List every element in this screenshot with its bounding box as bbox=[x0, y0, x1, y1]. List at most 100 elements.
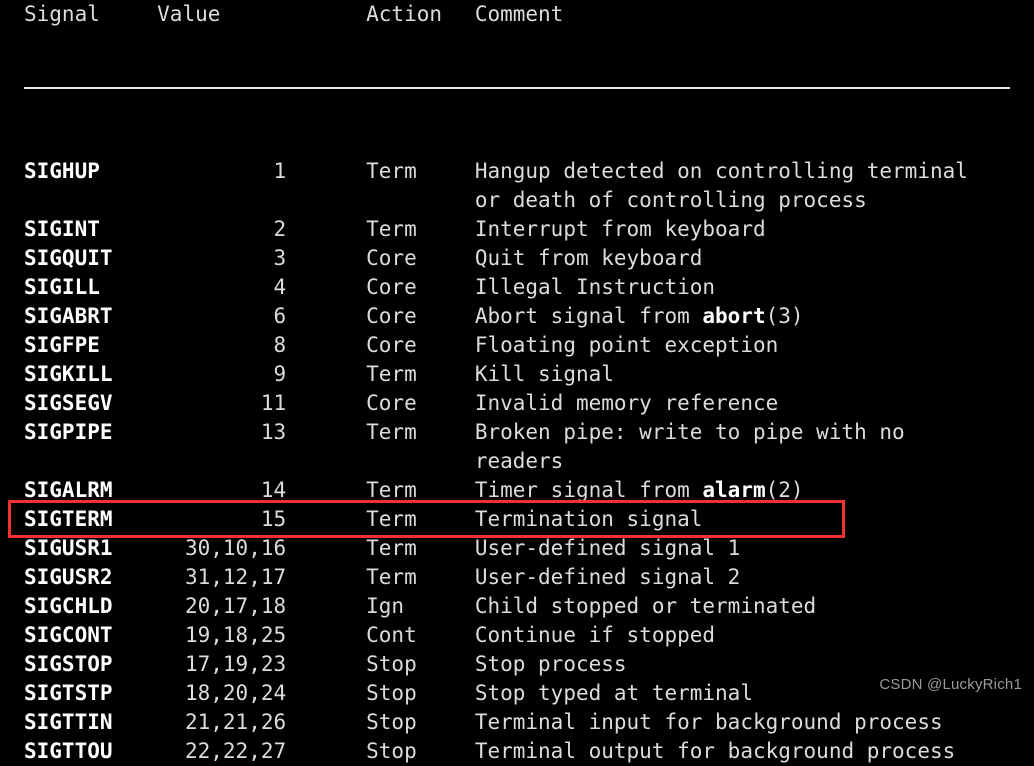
signal-name: SIGTSTP bbox=[24, 681, 113, 705]
signal-name-cell: SIGTERM bbox=[0, 505, 157, 534]
comment-line: Broken pipe: write to pipe with no bbox=[474, 420, 905, 444]
signal-name-cell: SIGTSTP bbox=[0, 679, 157, 708]
comment-function-name: abort bbox=[702, 304, 766, 328]
comment-line: Stop process bbox=[474, 652, 627, 676]
signal-comment-cell: Terminal output for background process bbox=[475, 737, 1034, 766]
signal-name-cell: SIGPIPE bbox=[0, 418, 157, 476]
table-row: SIGUSR1 30,10,16 Term User-defined signal 1 bbox=[0, 534, 1034, 563]
signal-comment-cell: Floating point exception bbox=[475, 331, 1034, 360]
signal-value-cell: 18,20,24 bbox=[184, 681, 287, 705]
header-rule-row bbox=[0, 29, 1034, 147]
signal-value-cell: 19,18,25 bbox=[184, 623, 287, 647]
comment-line: User-defined signal 1 bbox=[474, 536, 741, 560]
signal-name-cell: SIGSEGV bbox=[0, 389, 157, 418]
signal-table-body: SIGHUP 1 Term Hangup detected on controllin… bbox=[0, 147, 1034, 766]
table-row: SIGINT 2 Term Interrupt from keyboard bbox=[0, 215, 1034, 244]
signal-comment-cell: Continue if stopped bbox=[475, 621, 1034, 650]
signal-action-cell: Cont bbox=[366, 623, 417, 647]
signal-comment-cell: Child stopped or terminated bbox=[475, 592, 1034, 621]
signal-value-cell: 17,19,23 bbox=[184, 652, 287, 676]
signal-value-cell: 4 bbox=[273, 275, 287, 299]
signal-action-cell: Term bbox=[366, 565, 417, 589]
signal-name: SIGSTOP bbox=[24, 652, 113, 676]
signal-name: SIGTTIN bbox=[24, 710, 113, 734]
comment-text-post: (3) bbox=[765, 304, 804, 328]
column-header-value: Value bbox=[157, 2, 221, 26]
header-rule-cell bbox=[0, 29, 1034, 147]
header-divider bbox=[24, 87, 1010, 89]
signal-action-cell: Core bbox=[366, 246, 417, 270]
signal-comment-cell: Stop process bbox=[475, 650, 1034, 679]
signal-name: SIGFPE bbox=[24, 333, 100, 357]
comment-line: Invalid memory reference bbox=[474, 391, 779, 415]
signal-name-cell: SIGILL bbox=[0, 273, 157, 302]
signal-value-cell: 20,17,18 bbox=[184, 594, 287, 618]
signal-value-cell: 21,21,26 bbox=[184, 710, 287, 734]
signal-value-cell: 8 bbox=[273, 333, 287, 357]
comment-text-pre: Abort signal from bbox=[474, 304, 703, 328]
column-header-signal: Signal bbox=[24, 2, 100, 26]
comment-line: Timer signal from alarm(2) bbox=[475, 476, 1034, 505]
signal-name-cell: SIGUSR1 bbox=[0, 534, 157, 563]
table-row: SIGALRM 14 Term Timer signal from alarm(2) bbox=[0, 476, 1034, 505]
table-row: SIGSEGV 11 Core Invalid memory reference bbox=[0, 389, 1034, 418]
signal-action-cell: Core bbox=[366, 391, 417, 415]
signal-action-cell: Term bbox=[366, 362, 417, 386]
comment-line: Floating point exception bbox=[474, 333, 779, 357]
signal-action-cell: Term bbox=[366, 536, 417, 560]
signal-action-cell: Stop bbox=[366, 710, 417, 734]
comment-function-name: alarm bbox=[702, 478, 766, 502]
comment-line-continued: readers bbox=[474, 449, 564, 473]
signal-value-cell: 14 bbox=[260, 478, 287, 502]
table-row: SIGTTOU 22,22,27 Stop Terminal output for b… bbox=[0, 737, 1034, 766]
table-row: SIGHUP 1 Term Hangup detected on controllin… bbox=[0, 147, 1034, 215]
signal-value-cell: 2 bbox=[273, 217, 287, 241]
comment-line: Interrupt from keyboard bbox=[474, 217, 766, 241]
signal-name: SIGKILL bbox=[24, 362, 113, 386]
comment-line: Terminal input for background process bbox=[474, 710, 943, 734]
signal-name: SIGSEGV bbox=[24, 391, 113, 415]
signal-action-cell: Term bbox=[366, 507, 417, 531]
signal-comment-cell: Kill signal bbox=[475, 360, 1034, 389]
signal-comment-cell: Invalid memory reference bbox=[475, 389, 1034, 418]
signal-action-cell: Term bbox=[366, 159, 417, 183]
signal-value-cell: 1 bbox=[273, 159, 287, 183]
signal-comment-cell: User-defined signal 2 bbox=[475, 563, 1034, 592]
signal-value-cell: 11 bbox=[260, 391, 287, 415]
signal-comment-cell: Abort signal from abort(3) bbox=[475, 302, 1034, 331]
column-header-action: Action bbox=[366, 2, 442, 26]
signal-name-cell: SIGHUP bbox=[0, 147, 157, 215]
signal-action-cell: Stop bbox=[366, 681, 417, 705]
column-header-comment: Comment bbox=[474, 2, 564, 26]
signal-name: SIGTERM bbox=[24, 507, 113, 531]
signal-comment-cell: Timer signal from alarm(2) bbox=[475, 476, 1034, 505]
table-row: SIGCONT 19,18,25 Cont Continue if stopped bbox=[0, 621, 1034, 650]
signal-name: SIGABRT bbox=[24, 304, 113, 328]
signal-name-cell: SIGTTOU bbox=[0, 737, 157, 766]
table-row: SIGFPE 8 Core Floating point exception bbox=[0, 331, 1034, 360]
signal-value-cell: 22,22,27 bbox=[184, 739, 287, 763]
signal-name: SIGINT bbox=[24, 217, 100, 241]
csdn-watermark: CSDN @LuckyRich1 bbox=[879, 676, 1022, 693]
comment-line: Terminal output for background process bbox=[474, 739, 956, 763]
table-row: SIGQUIT 3 Core Quit from keyboard bbox=[0, 244, 1034, 273]
table-row: SIGUSR2 31,12,17 Term User-defined signal 2 bbox=[0, 563, 1034, 592]
table-row: SIGSTOP 17,19,23 Stop Stop process bbox=[0, 650, 1034, 679]
signal-name-cell: SIGCONT bbox=[0, 621, 157, 650]
signal-comment-cell: Hangup detected on controlling terminal o… bbox=[475, 147, 1034, 215]
table-row: SIGKILL 9 Term Kill signal bbox=[0, 360, 1034, 389]
signal-comment-cell: Interrupt from keyboard bbox=[475, 215, 1034, 244]
signal-name: SIGUSR2 bbox=[24, 565, 113, 589]
signal-name-cell: SIGKILL bbox=[0, 360, 157, 389]
comment-line: Illegal Instruction bbox=[474, 275, 716, 299]
comment-text-post: (2) bbox=[765, 478, 804, 502]
comment-line: Child stopped or terminated bbox=[474, 594, 817, 618]
signal-name-cell: SIGTTIN bbox=[0, 708, 157, 737]
comment-line: Termination signal bbox=[474, 507, 703, 531]
comment-line: Kill signal bbox=[474, 362, 614, 386]
signal-comment-cell: Quit from keyboard bbox=[475, 244, 1034, 273]
signal-name-cell: SIGABRT bbox=[0, 302, 157, 331]
signal-action-cell: Term bbox=[366, 217, 417, 241]
signal-name-cell: SIGFPE bbox=[0, 331, 157, 360]
signal-value-cell: 13 bbox=[260, 420, 287, 444]
